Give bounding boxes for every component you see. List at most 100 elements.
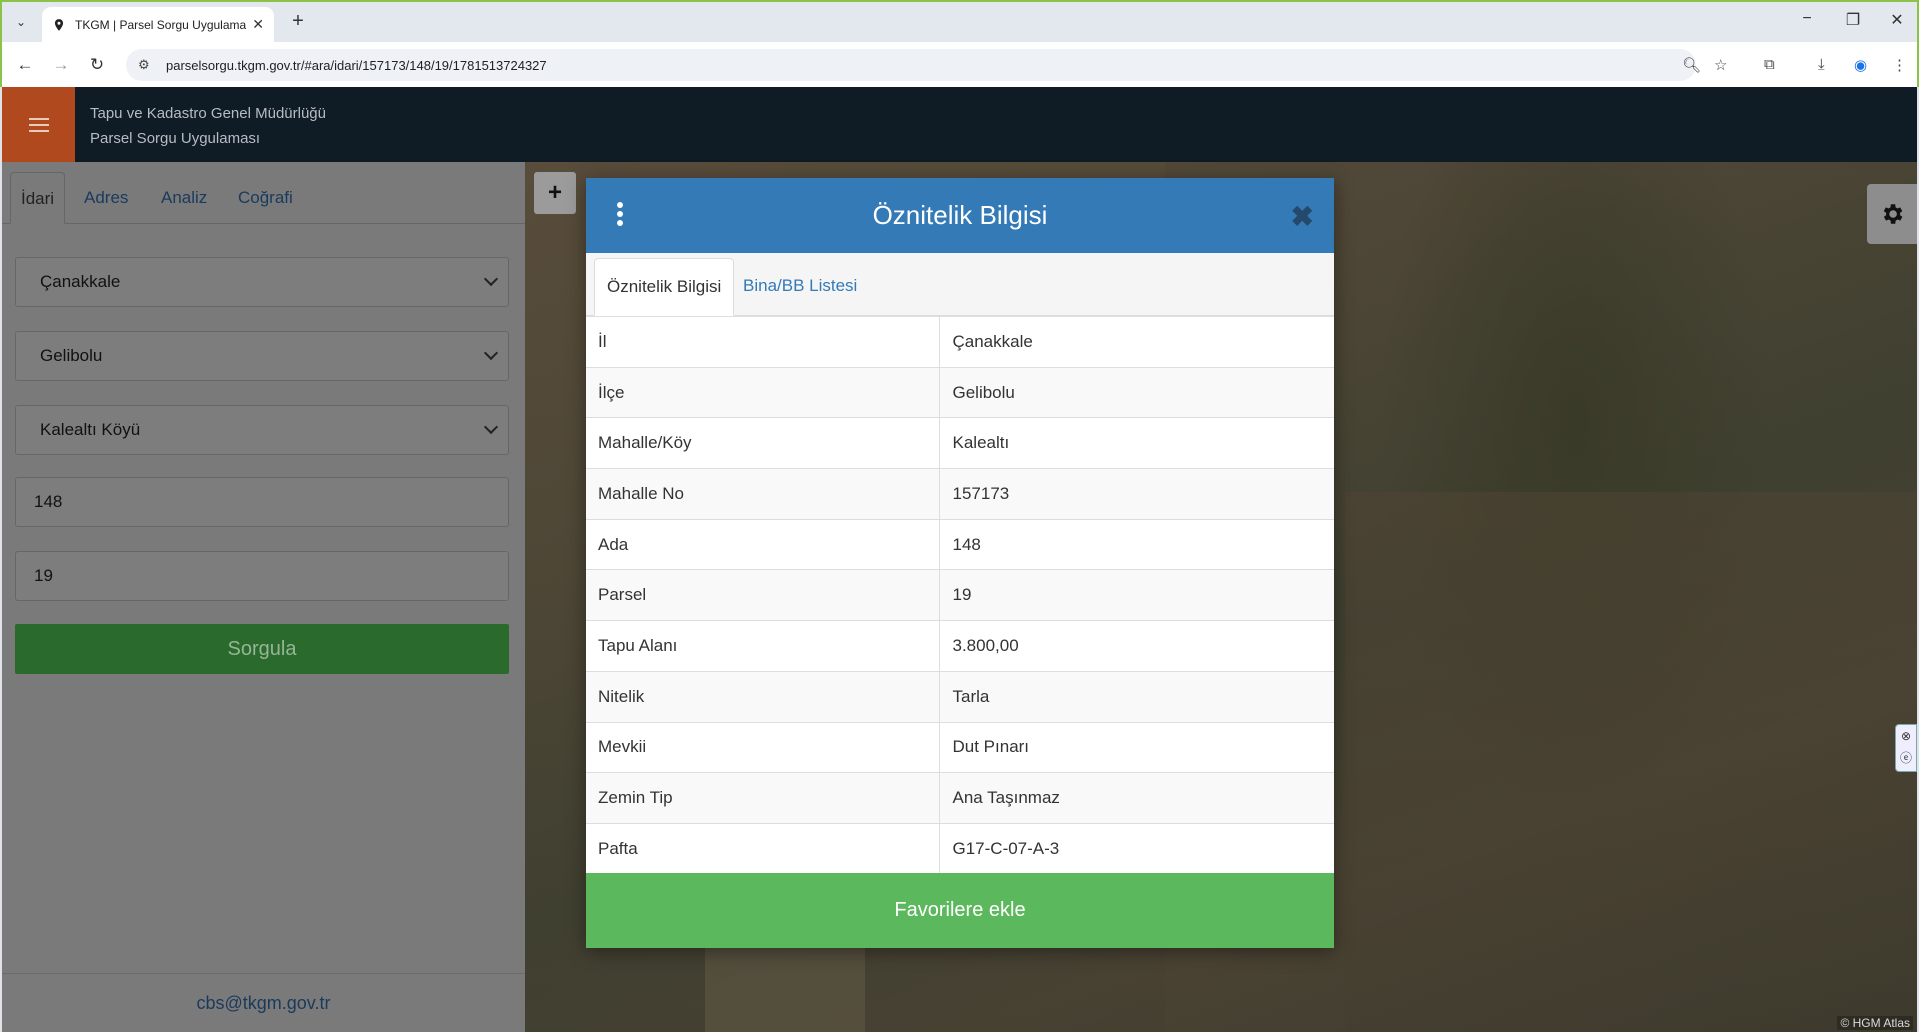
hamburger-icon — [28, 117, 49, 132]
row-key: Ada — [586, 518, 940, 570]
side-widget[interactable]: ⊗ ⓔ — [1895, 724, 1917, 772]
row-value: Gelibolu — [939, 366, 1334, 418]
row-key: Zemin Tip — [586, 772, 940, 824]
chevron-down-icon — [483, 419, 499, 435]
chevron-down-icon — [483, 271, 499, 287]
tab-adres[interactable]: Adres — [74, 172, 138, 224]
profile-icon[interactable]: ◉ — [1854, 56, 1867, 74]
row-value: G17-C-07-A-3 — [939, 822, 1334, 875]
parsel-input[interactable]: 19 — [15, 551, 509, 601]
map-field-texture — [1345, 492, 1917, 1032]
attribute-table: İl Çanakkale İlçe Gelibolu Mahalle/Köy Kale… — [586, 316, 1334, 875]
row-key: Mahalle No — [586, 468, 940, 520]
il-select[interactable]: Çanakkale — [15, 257, 509, 307]
minimize-button[interactable]: − — [1792, 10, 1822, 28]
reload-icon[interactable]: ↻ — [84, 52, 110, 78]
kebab-menu-icon[interactable] — [616, 202, 624, 230]
tab-analiz[interactable]: Analiz — [151, 172, 217, 224]
modal-tabs: Öznitelik Bilgisi Bina/BB Listesi — [586, 253, 1334, 316]
row-key: Pafta — [586, 822, 940, 875]
row-value: 19 — [939, 569, 1334, 621]
modal-title: Öznitelik Bilgisi — [872, 200, 1048, 230]
address-bar[interactable]: ⚙ parselsorgu.tkgm.gov.tr/#ara/idari/157… — [126, 49, 1696, 81]
app-name: Parsel Sorgu Uygulaması — [90, 130, 261, 147]
extensions-icon[interactable]: ⧉ — [1764, 56, 1775, 73]
map-attribution: © HGM Atlas — [1837, 1016, 1913, 1030]
browser-toolbar: ← → ↻ ⚙ parselsorgu.tkgm.gov.tr/#ara/ida… — [2, 42, 1917, 89]
mahalle-select-value: Kalealtı Köyü — [40, 420, 141, 439]
ilce-select[interactable]: Gelibolu — [15, 331, 509, 381]
new-tab-button[interactable]: + — [286, 10, 310, 34]
row-value: 3.800,00 — [939, 620, 1334, 672]
table-row: Mahalle/Köy Kalealtı — [586, 417, 1334, 469]
row-key: İl — [586, 316, 940, 368]
app-header: Tapu ve Kadastro Genel Müdürlüğü Parsel … — [2, 87, 1917, 162]
mahalle-select[interactable]: Kalealtı Köyü — [15, 405, 509, 455]
tab-oznitelik[interactable]: Öznitelik Bilgisi — [594, 258, 735, 316]
row-key: Parsel — [586, 569, 940, 621]
forward-icon[interactable]: → — [48, 52, 74, 78]
app-title: Tapu ve Kadastro Genel Müdürlüğü Parsel … — [90, 101, 326, 151]
zoom-icon[interactable]: 🔍︎ — [1682, 56, 1701, 74]
tab-search-chevron-icon[interactable]: ⌄ — [8, 10, 34, 34]
add-favorite-button[interactable]: Favorilere ekle — [586, 873, 1334, 948]
sorgula-button[interactable]: Sorgula — [15, 624, 509, 674]
tab-close-icon[interactable]: ✕ — [252, 16, 264, 33]
download-icon[interactable]: ⤓ — [1818, 56, 1825, 73]
table-row: İl Çanakkale — [586, 316, 1334, 368]
table-row: Tapu Alanı 3.800,00 — [586, 620, 1334, 672]
row-value: Çanakkale — [939, 316, 1334, 368]
table-row: Mevkii Dut Pınarı — [586, 721, 1334, 773]
chevron-down-icon — [483, 345, 499, 361]
row-key: Nitelik — [586, 670, 940, 722]
window-close-button[interactable]: ✕ — [1882, 10, 1912, 30]
url-text: parselsorgu.tkgm.gov.tr/#ara/idari/15717… — [166, 57, 547, 73]
menu-kebab-icon[interactable]: ⋮ — [1892, 56, 1907, 74]
row-value: Dut Pınarı — [939, 721, 1334, 773]
tab-idari[interactable]: İdari — [10, 172, 66, 224]
zoom-in-button[interactable]: + — [534, 172, 576, 214]
parsel-input-value: 19 — [34, 566, 53, 585]
close-icon[interactable]: ✖ — [1291, 200, 1314, 233]
table-row: Pafta G17-C-07-A-3 — [586, 822, 1334, 875]
il-select-value: Çanakkale — [40, 272, 121, 291]
attribute-modal: Öznitelik Bilgisi ✖ Öznitelik Bilgisi Bi… — [586, 178, 1334, 948]
tab-cografi[interactable]: Coğrafi — [228, 172, 303, 224]
location-pin-icon — [54, 18, 64, 31]
browser-chrome: ⌄ TKGM | Parsel Sorgu Uygulaması ✕ + − ❐… — [0, 0, 1919, 89]
table-row: Zemin Tip Ana Taşınmaz — [586, 772, 1334, 824]
row-value: Kalealtı — [939, 417, 1334, 469]
table-row: Nitelik Tarla — [586, 670, 1334, 722]
site-settings-icon[interactable]: ⚙ — [138, 57, 154, 73]
row-value: Tarla — [939, 670, 1334, 722]
map-field-texture — [705, 942, 865, 1032]
row-key: Mevkii — [586, 721, 940, 773]
ada-input[interactable]: 148 — [15, 477, 509, 527]
row-key: Mahalle/Köy — [586, 417, 940, 469]
row-key: Tapu Alanı — [586, 620, 940, 672]
widget-icon[interactable]: ⓔ — [1896, 747, 1916, 769]
map-settings-button[interactable] — [1867, 184, 1917, 244]
query-panel: İdari Adres Analiz Coğrafi Çanakkale Gel… — [2, 162, 525, 1032]
modal-header: Öznitelik Bilgisi ✖ — [586, 178, 1334, 253]
row-key: İlçe — [586, 366, 940, 418]
row-value: Ana Taşınmaz — [939, 772, 1334, 824]
gear-icon — [1883, 204, 1903, 224]
menu-button[interactable] — [2, 87, 75, 162]
table-row: Parsel 19 — [586, 569, 1334, 621]
ilce-select-value: Gelibolu — [40, 346, 103, 365]
table-row: İlçe Gelibolu — [586, 366, 1334, 418]
tab-bina-listesi[interactable]: Bina/BB Listesi — [731, 258, 869, 316]
contact-email-link[interactable]: cbs@tkgm.gov.tr — [2, 973, 525, 1032]
row-value: 148 — [939, 518, 1334, 570]
tab-title: TKGM | Parsel Sorgu Uygulaması — [75, 17, 247, 32]
ada-input-value: 148 — [34, 492, 63, 511]
browser-tab[interactable]: TKGM | Parsel Sorgu Uygulaması ✕ — [42, 7, 274, 42]
restore-button[interactable]: ❐ — [1838, 10, 1868, 30]
close-circle-icon[interactable]: ⊗ — [1896, 725, 1916, 747]
org-name: Tapu ve Kadastro Genel Müdürlüğü — [90, 105, 326, 122]
tab-strip: ⌄ TKGM | Parsel Sorgu Uygulaması ✕ + − ❐… — [2, 2, 1917, 42]
table-row: Mahalle No 157173 — [586, 468, 1334, 520]
bookmark-star-icon[interactable]: ☆ — [1714, 56, 1727, 74]
back-icon[interactable]: ← — [12, 52, 38, 78]
